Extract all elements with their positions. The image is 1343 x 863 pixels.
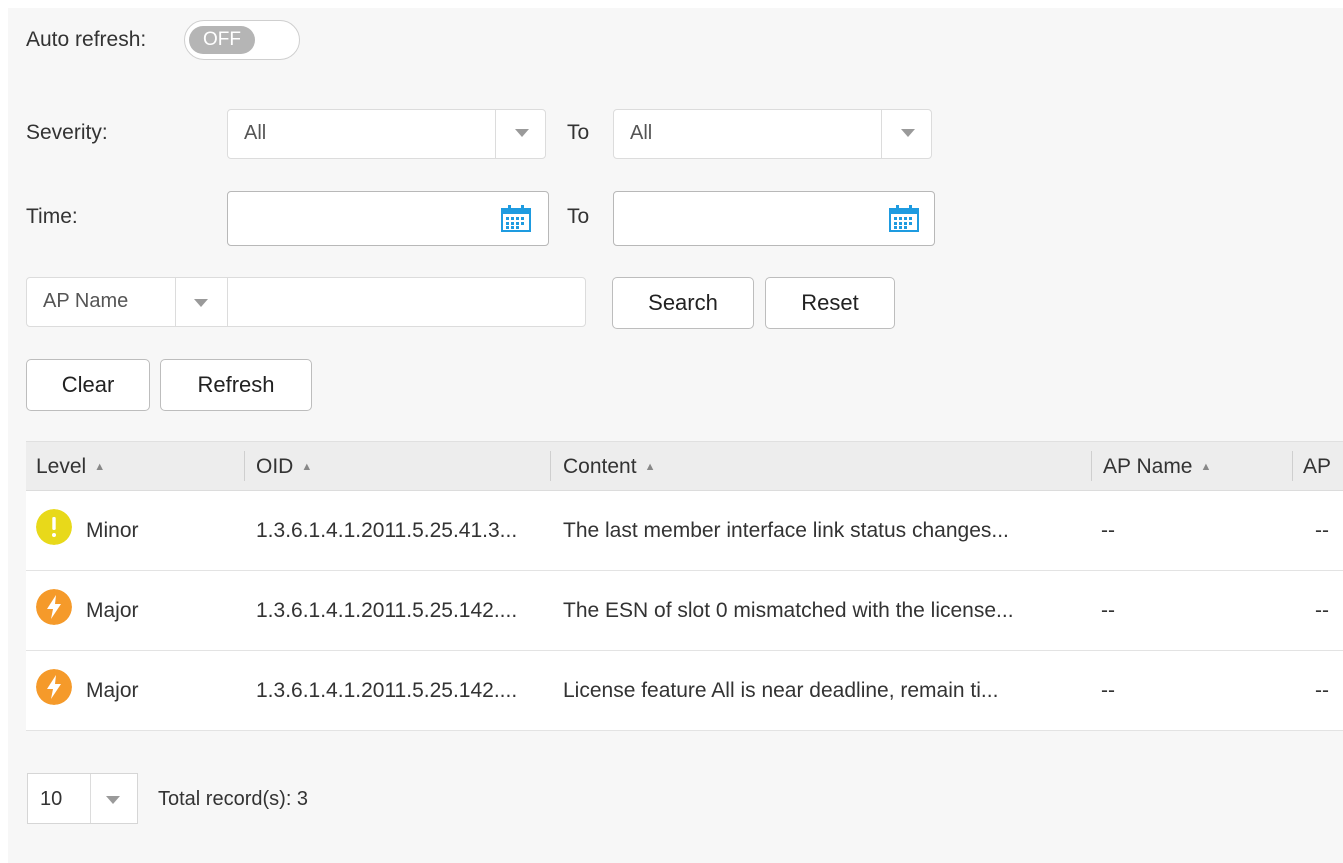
- column-divider[interactable]: [550, 451, 551, 481]
- severity-to-select[interactable]: All: [613, 109, 932, 159]
- ap-cell: --: [1315, 599, 1329, 622]
- severity-from-value: All: [244, 122, 267, 144]
- sort-asc-icon: ▲: [301, 461, 313, 473]
- refresh-button[interactable]: Refresh: [160, 359, 312, 411]
- select-divider: [881, 110, 882, 158]
- lightning-icon: [36, 589, 72, 625]
- auto-refresh-label: Auto refresh:: [26, 28, 147, 51]
- column-header-ap[interactable]: AP: [1303, 455, 1331, 479]
- select-divider: [227, 278, 228, 326]
- ap-name-cell: --: [1101, 679, 1115, 702]
- ap-cell: --: [1315, 679, 1329, 702]
- select-divider: [495, 110, 496, 158]
- clear-button[interactable]: Clear: [26, 359, 150, 411]
- oid-cell: 1.3.6.1.4.1.2011.5.25.41.3...: [256, 519, 518, 542]
- time-to-label: To: [567, 205, 590, 228]
- chevron-down-icon: [515, 129, 529, 137]
- oid-cell: 1.3.6.1.4.1.2011.5.25.142....: [256, 679, 518, 702]
- chevron-down-icon: [901, 129, 915, 137]
- severity-to-value: All: [630, 122, 653, 144]
- table-row[interactable]: Major 1.3.6.1.4.1.2011.5.25.142.... Lice…: [26, 651, 1343, 731]
- sort-asc-icon: ▲: [644, 461, 656, 473]
- toggle-state: OFF: [189, 26, 255, 54]
- search-button[interactable]: Search: [612, 277, 754, 329]
- lightning-icon: [36, 669, 72, 705]
- level-cell: Minor: [86, 519, 139, 542]
- column-header-level[interactable]: Level ▲: [36, 455, 105, 479]
- column-label: Level: [36, 455, 87, 478]
- column-divider[interactable]: [244, 451, 245, 481]
- content-cell: The ESN of slot 0 mismatched with the li…: [563, 599, 1014, 622]
- time-from-input[interactable]: [227, 191, 549, 246]
- column-label: AP: [1303, 455, 1332, 478]
- alarm-panel: Auto refresh: OFF Severity: All To All T…: [0, 0, 1343, 863]
- total-records: Total record(s): 3: [158, 788, 309, 810]
- chevron-down-icon: [106, 796, 120, 804]
- table-row[interactable]: Minor 1.3.6.1.4.1.2011.5.25.41.3... The …: [26, 491, 1343, 571]
- field-select-value[interactable]: AP Name: [43, 290, 128, 313]
- column-header-oid[interactable]: OID ▲: [256, 455, 312, 479]
- reset-button[interactable]: Reset: [765, 277, 895, 329]
- column-header-ap-name[interactable]: AP Name ▲: [1103, 455, 1211, 479]
- column-divider[interactable]: [1292, 451, 1293, 481]
- page-size-value: 10: [40, 788, 63, 810]
- exclamation-icon: [36, 509, 72, 545]
- severity-label: Severity:: [26, 121, 108, 144]
- column-header-content[interactable]: Content ▲: [563, 455, 655, 479]
- select-divider: [175, 278, 176, 326]
- content-cell: The last member interface link status ch…: [563, 519, 1009, 542]
- ap-name-cell: --: [1101, 599, 1115, 622]
- content-cell: License feature All is near deadline, re…: [563, 679, 999, 702]
- page-size-select[interactable]: 10: [27, 773, 138, 824]
- level-cell: Major: [86, 599, 139, 622]
- table-row[interactable]: Major 1.3.6.1.4.1.2011.5.25.142.... The …: [26, 571, 1343, 651]
- auto-refresh-toggle[interactable]: OFF: [184, 20, 300, 60]
- column-label: Content: [563, 455, 637, 478]
- sort-asc-icon: ▲: [1200, 461, 1212, 473]
- time-to-input[interactable]: [613, 191, 935, 246]
- severity-from-select[interactable]: All: [227, 109, 546, 159]
- column-label: AP Name: [1103, 455, 1193, 478]
- left-strip: [0, 0, 8, 863]
- severity-to-label: To: [567, 121, 590, 144]
- time-label: Time:: [26, 205, 78, 228]
- calendar-icon[interactable]: [889, 205, 919, 232]
- table-header: Level ▲ OID ▲ Content ▲ AP Name ▲ AP: [26, 441, 1343, 491]
- top-strip: [0, 0, 1343, 8]
- column-divider[interactable]: [1091, 451, 1092, 481]
- calendar-icon[interactable]: [501, 205, 531, 232]
- column-label: OID: [256, 455, 294, 478]
- oid-cell: 1.3.6.1.4.1.2011.5.25.142....: [256, 599, 518, 622]
- select-divider: [90, 774, 91, 823]
- level-cell: Major: [86, 679, 139, 702]
- ap-name-cell: --: [1101, 519, 1115, 542]
- sort-asc-icon: ▲: [94, 461, 106, 473]
- chevron-down-icon[interactable]: [194, 299, 208, 307]
- field-search-group: AP Name: [26, 277, 586, 327]
- ap-cell: --: [1315, 519, 1329, 542]
